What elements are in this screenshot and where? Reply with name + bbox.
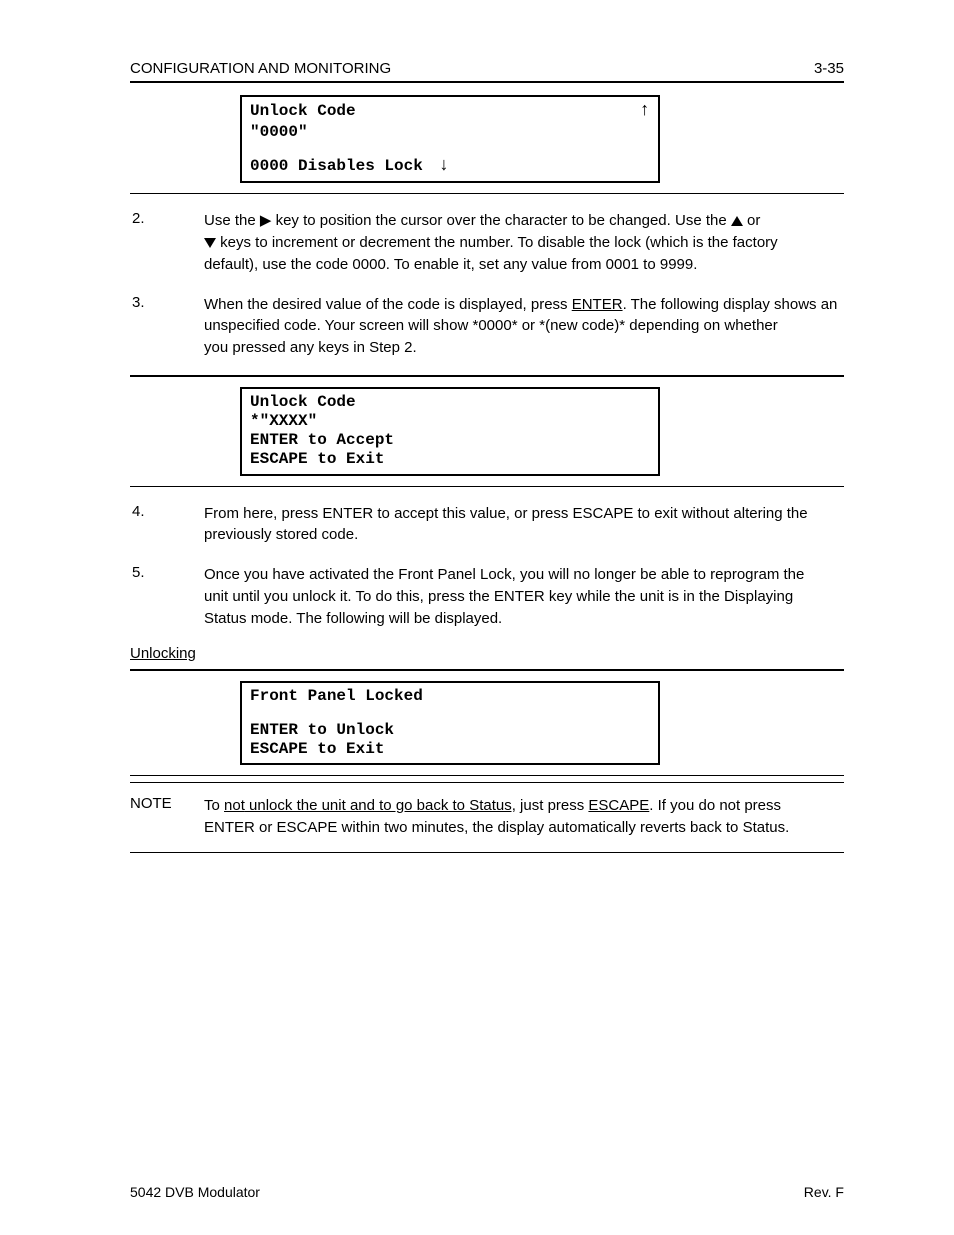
divider-4	[130, 669, 844, 671]
s2-t3: or	[743, 212, 761, 229]
note-body: To not unlock the unit and to go back to…	[204, 795, 789, 839]
s4-escape: ESCAPE	[572, 505, 633, 522]
s5-t3: key while the unit is in the Displaying	[545, 588, 793, 605]
unlocking-heading: Unlocking	[130, 645, 196, 662]
divider-1	[130, 193, 844, 194]
footer-right: Rev. F	[804, 1184, 844, 1200]
lcd2-line3: ENTER to Accept	[250, 431, 650, 450]
step-5-text: Once you have activated the Front Panel …	[204, 564, 842, 629]
step-2-text: Use the ▶ key to position the cursor ove…	[204, 210, 842, 275]
divider-5	[130, 775, 844, 776]
s5-t1: Once you have activated the Front Panel …	[204, 566, 804, 583]
s2-t2: key to position the cursor over the char…	[271, 212, 730, 229]
divider-2	[130, 375, 844, 377]
s4-t3: to exit without altering the	[633, 505, 807, 522]
n-enter2: ENTER	[204, 819, 255, 836]
n-not: not	[224, 797, 245, 814]
n-t4: within two minutes, the display automati…	[337, 819, 789, 836]
s3-or: or	[518, 317, 540, 334]
lcd-display-3: Front Panel Locked ENTER to Unlock ESCAP…	[240, 681, 660, 765]
lcd3-line1: Front Panel Locked	[250, 687, 650, 706]
arrow-up-icon	[639, 101, 650, 123]
s4-enter: ENTER	[322, 505, 373, 522]
arrow-down-icon	[438, 157, 449, 175]
lcd2-line4: ESCAPE to Exit	[250, 450, 650, 469]
s4-t4: previously stored code.	[204, 526, 358, 543]
n-escape: ESCAPE	[588, 797, 649, 814]
s2-t4: keys to increment or decrement the numbe…	[216, 234, 778, 251]
s3-t3: unspecified code. Your screen will show	[204, 317, 473, 334]
s3-codenew: *(new code)*	[539, 317, 625, 334]
divider-7	[130, 852, 844, 853]
lcd-display-1: Unlock Code "0000" 0000 Disables Lock	[240, 95, 660, 183]
n-or: or	[255, 819, 277, 836]
step-2-label: 2.	[132, 210, 202, 275]
n-t2a: unlock the unit and to go back to Status…	[245, 797, 516, 814]
step-4-label: 4.	[132, 503, 202, 547]
triangle-up-icon	[731, 216, 743, 226]
step-5-label: 5.	[132, 564, 202, 629]
n-t3: . If you do not press	[649, 797, 781, 814]
step-3-label: 3.	[132, 294, 202, 359]
note-label: NOTE	[130, 795, 180, 812]
header-right: 3-35	[814, 60, 844, 77]
s5-enter: ENTER	[494, 588, 545, 605]
s3-code0: *0000*	[473, 317, 518, 334]
s2-t1: Use the	[204, 212, 260, 229]
n-escape2: ESCAPE	[277, 819, 338, 836]
page-footer: 5042 DVB Modulator Rev. F	[130, 1184, 844, 1200]
step-3-text: When the desired value of the code is di…	[204, 294, 842, 359]
n-t1: To	[204, 797, 224, 814]
step-4-text: From here, press ENTER to accept this va…	[204, 503, 842, 547]
n-t2b: just press	[516, 797, 589, 814]
divider-6	[130, 782, 844, 783]
s5-t4: Status mode. The following will be displ…	[204, 610, 502, 627]
s3-t4: depending on whether	[625, 317, 778, 334]
lcd2-line1: Unlock Code	[250, 393, 650, 412]
footer-left: 5042 DVB Modulator	[130, 1184, 260, 1200]
header-left: CONFIGURATION AND MONITORING	[130, 60, 391, 77]
s5-t2: unit until you unlock it. To do this, pr…	[204, 588, 494, 605]
s3-t5: you pressed any keys in Step 2.	[204, 339, 417, 356]
s2-t5: default), use the code 0000. To enable i…	[204, 256, 697, 273]
lcd3-line2: ENTER to Unlock	[250, 721, 650, 740]
lcd1-line2: "0000"	[250, 123, 650, 142]
s3-t1: When the desired value of the code is di…	[204, 296, 572, 313]
lcd1-line1: Unlock Code	[250, 102, 356, 121]
s3-enter: ENTER	[572, 296, 623, 313]
header-divider	[130, 81, 844, 83]
lcd3-line3: ESCAPE to Exit	[250, 740, 650, 759]
right-arrow-icon: ▶	[260, 212, 272, 229]
triangle-down-icon	[204, 238, 216, 248]
s3-t2: . The following display shows an	[623, 296, 838, 313]
s4-t1: From here, press	[204, 505, 322, 522]
lcd-display-2: Unlock Code *"XXXX" ENTER to Accept ESCA…	[240, 387, 660, 476]
lcd1-line3: 0000 Disables Lock	[250, 157, 423, 175]
s4-t2: to accept this value, or press	[373, 505, 572, 522]
lcd2-line2: *"XXXX"	[250, 412, 650, 431]
divider-3	[130, 486, 844, 487]
